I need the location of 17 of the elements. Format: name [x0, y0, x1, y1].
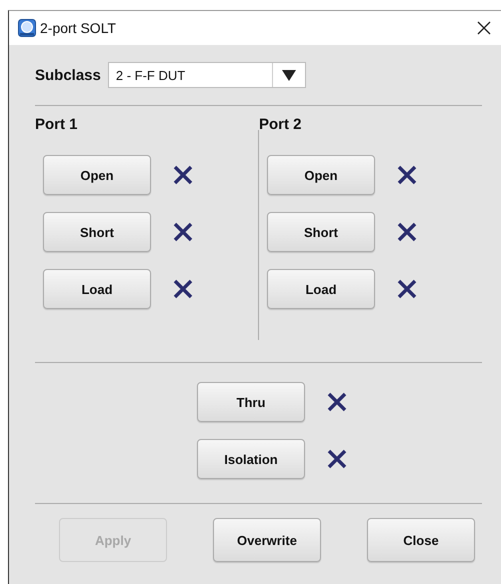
- standard-button[interactable]: Isolation: [197, 439, 305, 479]
- standard-button[interactable]: Short: [267, 212, 375, 252]
- standard-button[interactable]: Short: [43, 212, 151, 252]
- standard-button[interactable]: Open: [267, 155, 375, 195]
- dropdown-arrow-icon: [282, 70, 296, 80]
- standard-button[interactable]: Open: [43, 155, 151, 195]
- subclass-dropdown[interactable]: 2 - F-F DUT: [108, 62, 306, 88]
- standard-button[interactable]: Thru: [197, 382, 305, 422]
- window-title: 2-port SOLT: [40, 20, 117, 36]
- standard-button[interactable]: Load: [43, 269, 151, 309]
- standard-button[interactable]: Load: [267, 269, 375, 309]
- subclass-label: Subclass: [35, 66, 101, 84]
- dialog-button[interactable]: Overwrite: [213, 518, 321, 562]
- port-label: Port 1: [35, 116, 79, 135]
- port-label: Port 2: [259, 116, 303, 135]
- close-icon[interactable]: [477, 21, 491, 35]
- dialog-button[interactable]: Close: [367, 518, 475, 562]
